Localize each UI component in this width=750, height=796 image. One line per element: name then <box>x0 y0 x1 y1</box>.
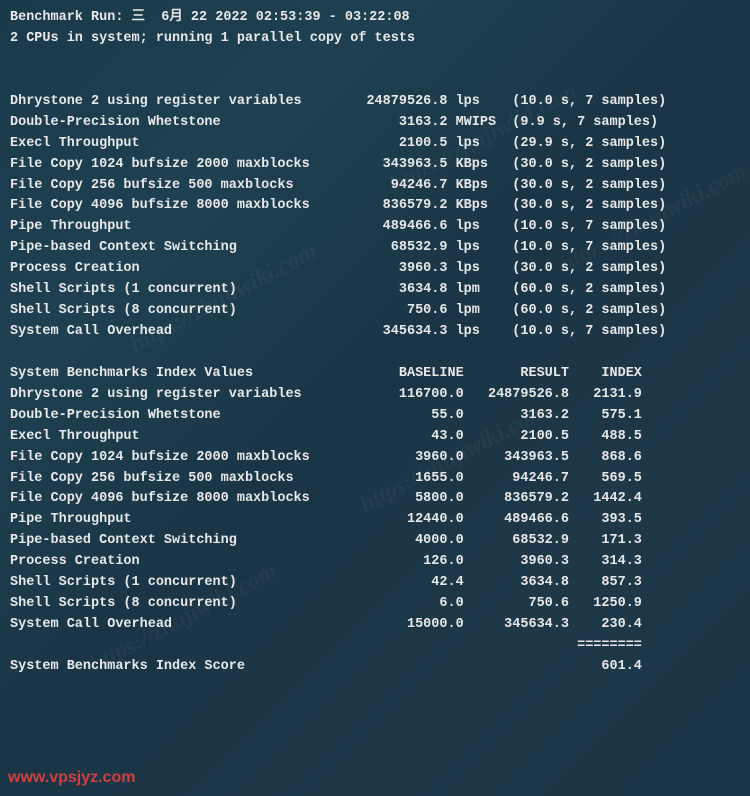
test-row: Shell Scripts (8 concurrent) 750.6 lpm (… <box>10 301 740 322</box>
index-row: Shell Scripts (1 concurrent) 42.4 3634.8… <box>10 573 740 594</box>
test-row: Process Creation 3960.3 lps (30.0 s, 2 s… <box>10 259 740 280</box>
test-row: System Call Overhead 345634.3 lps (10.0 … <box>10 322 740 343</box>
index-row: Dhrystone 2 using register variables 116… <box>10 385 740 406</box>
index-row: Pipe Throughput 12440.0 489466.6 393.5 <box>10 510 740 531</box>
index-block: Dhrystone 2 using register variables 116… <box>10 385 740 636</box>
test-row: File Copy 1024 bufsize 2000 maxblocks 34… <box>10 155 740 176</box>
index-row: System Call Overhead 15000.0 345634.3 23… <box>10 615 740 636</box>
index-row: Process Creation 126.0 3960.3 314.3 <box>10 552 740 573</box>
watermark-bottom: www.vpsjyz.com <box>8 766 135 791</box>
test-row: Execl Throughput 2100.5 lps (29.9 s, 2 s… <box>10 134 740 155</box>
test-row: Dhrystone 2 using register variables 248… <box>10 92 740 113</box>
test-row: Pipe-based Context Switching 68532.9 lps… <box>10 238 740 259</box>
test-row: Shell Scripts (1 concurrent) 3634.8 lpm … <box>10 280 740 301</box>
cpu-info-line: 2 CPUs in system; running 1 parallel cop… <box>10 29 740 50</box>
test-row: Double-Precision Whetstone 3163.2 MWIPS … <box>10 113 740 134</box>
test-row: File Copy 4096 bufsize 8000 maxblocks 83… <box>10 196 740 217</box>
tests-block: Dhrystone 2 using register variables 248… <box>10 92 740 343</box>
benchmark-run-line: Benchmark Run: 三 6月 22 2022 02:53:39 - 0… <box>10 8 740 29</box>
index-header-row: System Benchmarks Index Values BASELINE … <box>10 364 740 385</box>
index-row: File Copy 4096 bufsize 8000 maxblocks 58… <box>10 489 740 510</box>
score-row: System Benchmarks Index Score 601.4 <box>10 657 740 678</box>
index-row: Execl Throughput 43.0 2100.5 488.5 <box>10 427 740 448</box>
index-row: File Copy 1024 bufsize 2000 maxblocks 39… <box>10 448 740 469</box>
test-row: Pipe Throughput 489466.6 lps (10.0 s, 7 … <box>10 217 740 238</box>
index-row: Pipe-based Context Switching 4000.0 6853… <box>10 531 740 552</box>
index-row: Shell Scripts (8 concurrent) 6.0 750.6 1… <box>10 594 740 615</box>
index-row: Double-Precision Whetstone 55.0 3163.2 5… <box>10 406 740 427</box>
test-row: File Copy 256 bufsize 500 maxblocks 9424… <box>10 176 740 197</box>
divider-row: ======== <box>10 636 740 657</box>
index-row: File Copy 256 bufsize 500 maxblocks 1655… <box>10 469 740 490</box>
